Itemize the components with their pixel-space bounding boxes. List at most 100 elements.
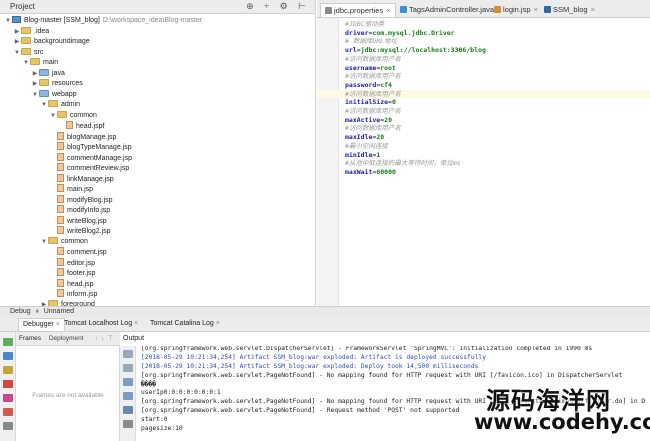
tree-item-label: comment.jsp — [67, 249, 107, 256]
file-icon — [57, 131, 64, 140]
tree-row[interactable]: commentReview.jsp — [0, 163, 129, 174]
property-key: maxIdle — [345, 133, 373, 142]
tree-row[interactable]: comment.jsp — [0, 247, 107, 258]
tree-row[interactable]: blogManage.jsp — [0, 131, 117, 143]
tree-row[interactable]: inform.jsp — [0, 289, 97, 300]
property-key: maxWait — [345, 167, 373, 176]
tree-row[interactable]: head.jsp — [0, 278, 93, 290]
debug-tab-label: Debugger — [23, 321, 54, 328]
debug-config-name: Unnamed — [43, 308, 75, 315]
tree-item-label: writeBlog2.jsp — [67, 228, 111, 235]
close-icon[interactable]: × — [54, 321, 60, 328]
file-icon — [57, 278, 64, 287]
tree-row[interactable]: head.jspf — [0, 121, 104, 132]
frames-nav-arrows[interactable]: ↑↓⊤ — [95, 332, 116, 345]
tree-row[interactable]: writeBlog2.jsp — [0, 226, 111, 237]
file-icon — [57, 205, 64, 213]
debug-tab[interactable]: Tomcat Catalina Log × — [146, 318, 224, 331]
tree-row[interactable]: writeBlog.jsp — [0, 215, 107, 227]
tree-row[interactable]: modifyInfo.jsp — [0, 205, 110, 216]
tree-row[interactable]: ▼ main — [0, 58, 58, 69]
editor-tab[interactable]: login.jsp × — [490, 3, 542, 17]
scroll-up-icon[interactable] — [123, 350, 133, 358]
print-icon[interactable] — [123, 406, 133, 414]
chevron-right-icon[interactable]: ▶ — [31, 79, 39, 90]
chevron-right-icon[interactable]: ▶ — [13, 27, 21, 38]
code-line: #访问数据库用户名 — [317, 89, 650, 99]
threads-dropdown[interactable]: Deployment — [49, 335, 84, 342]
tree-row[interactable]: commentManage.jsp — [0, 152, 132, 164]
close-icon[interactable]: × — [386, 6, 390, 15]
tree-row[interactable]: ▼ common — [0, 110, 97, 122]
code-line: username=root — [345, 64, 396, 73]
property-key: minIdle — [345, 150, 373, 159]
chevron-right-icon[interactable]: ▶ — [13, 37, 21, 48]
chevron-down-icon[interactable]: ▼ — [4, 16, 12, 27]
close-icon[interactable]: × — [534, 5, 538, 14]
folder-icon — [21, 26, 31, 34]
scroll-to-end-icon[interactable] — [123, 392, 133, 400]
chevron-down-icon[interactable]: ▼ — [40, 100, 48, 111]
chevron-right-icon[interactable]: ▶ — [31, 69, 39, 80]
tree-row[interactable]: ▼ webapp — [0, 89, 77, 101]
code-line: #最小空闲连接 — [345, 142, 388, 151]
code-line: #访问数据库用户名 — [345, 107, 401, 116]
tree-row[interactable]: main.jsp — [0, 184, 93, 195]
editor-tab[interactable]: SSM_blog × — [540, 3, 599, 17]
tree-item-label: main — [43, 59, 59, 66]
editor-gutter — [317, 18, 339, 306]
code-editor[interactable]: #JDBC驱动类 driver=com.mysql.jdbc.Driver # 数据… — [317, 18, 650, 306]
stop-icon[interactable] — [3, 380, 13, 388]
folder-icon — [21, 37, 31, 44]
chevron-down-icon[interactable]: ▼ — [13, 48, 21, 59]
tree-item-label: head.jspf — [76, 123, 105, 130]
tree-row[interactable]: blogTypeManage.jsp — [0, 142, 132, 153]
debug-tab[interactable]: Tomcat Localhost Log × — [60, 318, 142, 331]
tree-row[interactable]: ▶ .idea — [0, 26, 49, 38]
settings-icon[interactable] — [3, 422, 13, 430]
view-breakpoints-icon[interactable] — [3, 394, 13, 402]
project-panel-tools[interactable]: ⊕ ÷ ⚙ ⊢ — [246, 1, 310, 12]
property-value: 20 — [376, 133, 385, 142]
close-icon[interactable]: × — [132, 320, 138, 327]
tree-row[interactable]: ▼ admin — [0, 100, 80, 111]
tree-row[interactable]: linkManage.jsp — [0, 173, 114, 185]
chevron-down-icon[interactable]: ▼ — [22, 58, 30, 69]
property-value: 0 — [391, 98, 396, 107]
file-icon — [57, 268, 64, 276]
chevron-down-icon[interactable]: ▼ — [49, 111, 57, 122]
close-icon[interactable]: × — [214, 320, 220, 327]
frames-tab[interactable]: Frames — [19, 335, 41, 342]
debug-tab[interactable]: Debugger × — [18, 318, 65, 331]
resume-icon[interactable] — [3, 352, 13, 360]
tree-row[interactable]: editor.jsp — [0, 257, 95, 269]
soft-wrap-icon[interactable] — [123, 378, 133, 386]
tree-row[interactable]: ▼ common — [0, 236, 88, 248]
file-icon — [57, 226, 64, 234]
tree-row[interactable]: ▶ backgroundimage — [0, 37, 90, 48]
tree-row[interactable]: ▶ java — [0, 68, 65, 80]
mute-breakpoints-icon[interactable] — [3, 408, 13, 416]
clear-all-icon[interactable] — [123, 420, 133, 428]
pause-icon[interactable] — [3, 366, 13, 374]
property-value: jdbc:mysql://localhost:3306/blog — [360, 46, 486, 55]
file-icon — [57, 142, 64, 150]
tree-row[interactable]: ▼ Blog-master [SSM_blog] D:\workspace_idea… — [0, 16, 202, 27]
tree-row[interactable]: footer.jsp — [0, 268, 95, 279]
scroll-down-icon[interactable] — [123, 364, 133, 372]
close-icon[interactable]: × — [591, 5, 595, 14]
chevron-down-icon[interactable]: ▼ — [31, 90, 39, 101]
module-path: D:\workspace_idea\Blog-master — [102, 17, 203, 24]
file-type-icon — [325, 7, 332, 14]
source-folder-icon — [39, 68, 49, 76]
property-value: root — [380, 63, 396, 72]
file-icon — [57, 257, 64, 266]
code-line: # 数据库URL地址 — [345, 37, 397, 46]
rerun-icon[interactable] — [3, 338, 13, 346]
chevron-down-icon[interactable]: ▼ — [40, 237, 48, 248]
tree-row[interactable]: ▼ src — [0, 47, 43, 59]
editor-tab[interactable]: jdbc.properties × — [320, 3, 396, 17]
tree-row[interactable]: modifyBlog.jsp — [0, 194, 113, 206]
tree-row[interactable]: ▶ resources — [0, 79, 83, 90]
tree-item-label: blogManage.jsp — [67, 133, 117, 141]
